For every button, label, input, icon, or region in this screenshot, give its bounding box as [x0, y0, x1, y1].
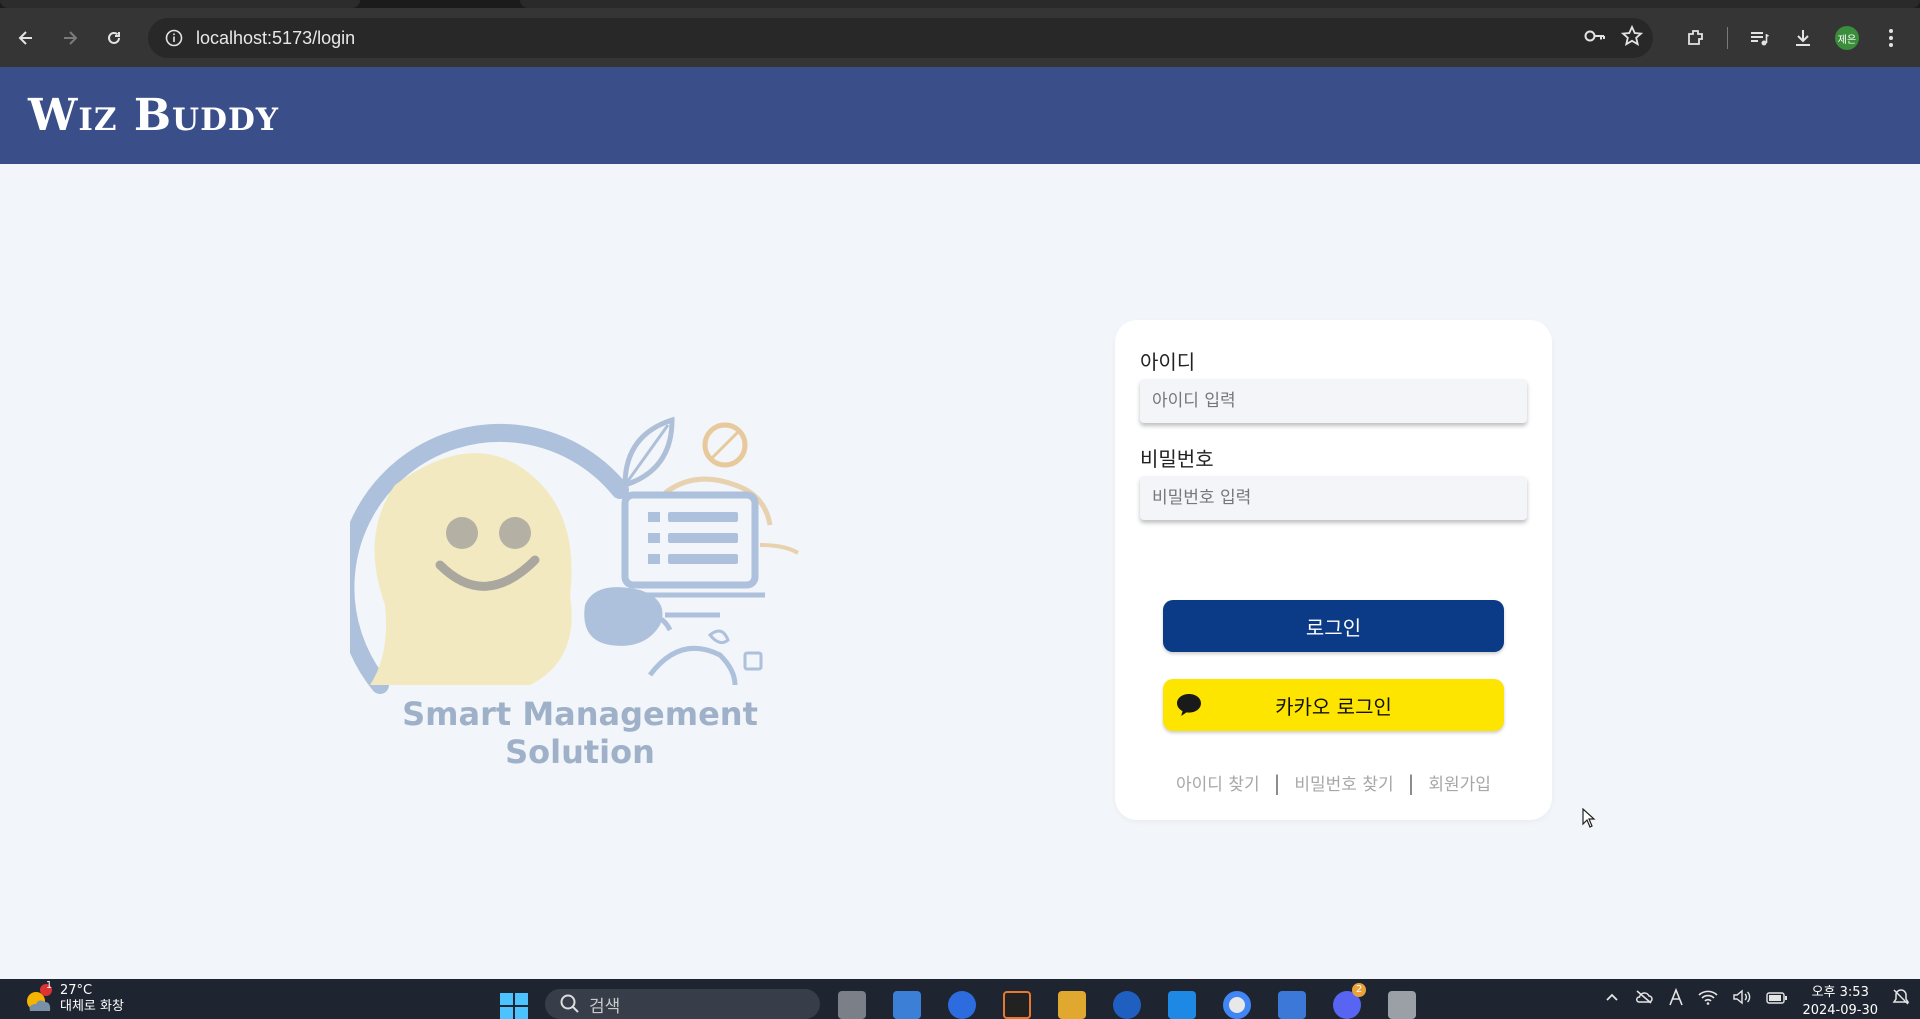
notepad-icon[interactable]	[1278, 991, 1306, 1019]
id-label: 아이디	[1140, 350, 1196, 374]
windows-start-icon[interactable]	[500, 993, 528, 1019]
site-info-icon[interactable]	[154, 18, 194, 58]
task-view-icon[interactable]	[838, 991, 866, 1019]
bookmark-star-icon[interactable]	[1620, 24, 1644, 51]
chevron-up-icon[interactable]	[1604, 989, 1620, 1009]
mouse-cursor-icon	[1582, 808, 1596, 828]
snipping-tool-icon[interactable]	[1388, 991, 1416, 1019]
app-header: Wiz Buddy	[0, 67, 1920, 164]
input-method-icon[interactable]	[1668, 987, 1684, 1010]
clock[interactable]: 오후 3:53 2024-09-30	[1802, 984, 1878, 1019]
account-links: 아이디 찾기 | 비밀번호 찾기 | 회원가입	[1115, 770, 1552, 796]
chrome-icon[interactable]	[1223, 991, 1251, 1019]
taskbar-search-placeholder: 검색	[589, 996, 621, 1017]
intellij-icon[interactable]	[1003, 991, 1031, 1019]
file-explorer-icon[interactable]	[1058, 991, 1086, 1019]
downloads-icon[interactable]	[1784, 19, 1822, 57]
forward-icon[interactable]	[48, 16, 92, 60]
browser-chrome: localhost:5173/login 제은	[0, 0, 1920, 67]
toolbar-separator	[1727, 27, 1728, 49]
clock-time: 오후 3:53	[1811, 985, 1869, 1000]
hero-illustration: Smart Management Solution	[336, 395, 810, 771]
password-label: 비밀번호	[1140, 447, 1214, 471]
password-key-icon[interactable]	[1583, 26, 1607, 50]
id-input[interactable]	[1140, 379, 1527, 423]
reload-icon[interactable]	[92, 16, 136, 60]
profile-initials: 제은	[1835, 26, 1859, 50]
python-icon[interactable]	[893, 991, 921, 1019]
search-icon	[560, 994, 579, 1013]
notification-bell-icon[interactable]	[1892, 988, 1910, 1010]
tab[interactable]	[0, 0, 360, 8]
link-divider: |	[1273, 770, 1281, 795]
kakao-login-label: 카카오 로그인	[1275, 694, 1392, 719]
find-id-link[interactable]: 아이디 찾기	[1176, 770, 1260, 795]
link-divider: |	[1407, 770, 1415, 795]
extensions-icon[interactable]	[1677, 19, 1715, 57]
login-card: 아이디 비밀번호 로그인 카카오 로그인 아이디 찾기 | 비밀번호 찾기 | …	[1115, 320, 1552, 820]
kakao-chat-bubble-icon	[1175, 692, 1203, 718]
profile-avatar[interactable]: 제은	[1828, 19, 1866, 57]
address-bar[interactable]: localhost:5173/login	[148, 18, 1653, 58]
maps-icon[interactable]	[1113, 991, 1141, 1019]
mascot-illustration	[336, 416, 800, 694]
tab-strip	[0, 0, 1920, 8]
cloud-offline-icon[interactable]	[1634, 989, 1654, 1009]
zoom-icon[interactable]	[948, 991, 976, 1019]
app-logo[interactable]: Wiz Buddy	[28, 90, 279, 141]
back-icon[interactable]	[4, 16, 48, 60]
tab-strip-area	[520, 0, 1920, 8]
signup-link[interactable]: 회원가입	[1428, 770, 1491, 795]
more-menu-icon[interactable]	[1872, 19, 1910, 57]
login-button[interactable]: 로그인	[1163, 600, 1504, 652]
browser-toolbar: localhost:5173/login 제은	[0, 8, 1920, 67]
volume-icon[interactable]	[1732, 989, 1752, 1009]
media-controls-icon[interactable]	[1740, 19, 1778, 57]
login-button-label: 로그인	[1305, 615, 1362, 640]
hero-caption: Smart Management Solution	[402, 695, 758, 771]
weather-widget[interactable]: 1 27°C 대체로 화창	[22, 979, 124, 1019]
discord-badge: 2	[1352, 983, 1366, 997]
vscode-icon[interactable]	[1168, 991, 1196, 1019]
weather-badge: 1	[45, 980, 53, 991]
kakao-login-button[interactable]: 카카오 로그인	[1163, 679, 1504, 731]
address-url[interactable]: localhost:5173/login	[196, 28, 355, 49]
weather-temp: 27°C	[60, 983, 93, 998]
battery-icon[interactable]	[1766, 990, 1788, 1009]
password-input[interactable]	[1140, 476, 1527, 520]
taskbar-search[interactable]: 검색	[545, 989, 820, 1019]
weather-desc: 대체로 화창	[60, 999, 124, 1014]
clock-date: 2024-09-30	[1802, 1003, 1878, 1018]
windows-taskbar: 1 27°C 대체로 화창 검색 2 오후 3:53 2024-09-30	[0, 979, 1920, 1019]
wifi-icon[interactable]	[1698, 989, 1718, 1009]
system-tray: 오후 3:53 2024-09-30	[1604, 979, 1910, 1019]
find-password-link[interactable]: 비밀번호 찾기	[1294, 770, 1393, 795]
